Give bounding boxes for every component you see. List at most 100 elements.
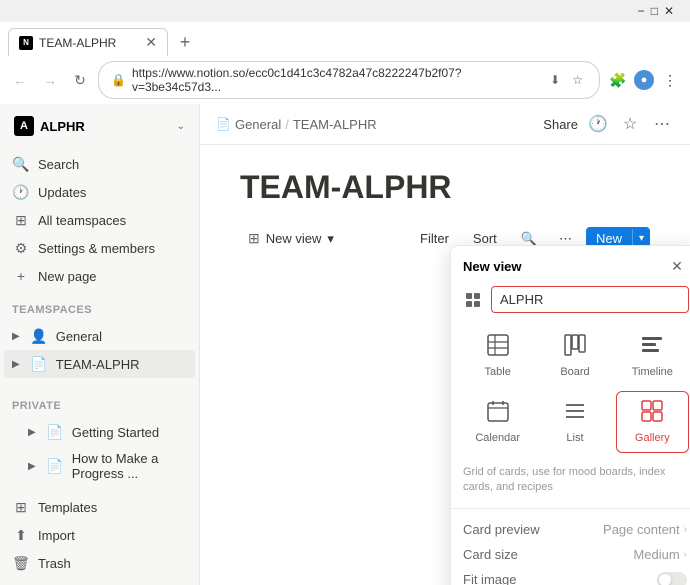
window-close-btn[interactable]: ✕ — [664, 4, 674, 18]
sidebar-updates-label: Updates — [38, 185, 86, 200]
popup-title: New view — [463, 259, 667, 274]
view-selector[interactable]: ⊞ New view ▾ — [240, 226, 342, 251]
sidebar-item-progress[interactable]: ▶ 📄 How to Make a Progress ... — [4, 446, 195, 486]
sidebar-trash-label: Trash — [38, 556, 71, 571]
sidebar-item-getting-started[interactable]: ▶ 📄 Getting Started — [4, 418, 195, 446]
sidebar-item-new-page[interactable]: + New page — [4, 262, 195, 290]
workspace-name: ALPHR — [40, 119, 171, 134]
page-content-area: TEAM-ALPHR ⊞ New view ▾ Filter Sort 🔍 ⋯ … — [200, 145, 690, 585]
popup-view-type-icon — [461, 288, 485, 312]
sidebar-settings-label: Settings & members — [38, 241, 155, 256]
forward-btn[interactable]: → — [38, 68, 62, 92]
sidebar-item-settings[interactable]: ⚙ Settings & members — [4, 234, 195, 262]
sidebar-general-label: General — [56, 329, 102, 344]
sidebar-item-search[interactable]: 🔍 Search — [4, 150, 195, 178]
private-section-header: Private — [0, 388, 199, 416]
new-page-icon: + — [12, 267, 30, 285]
team-alphr-icon: 📄 — [30, 355, 48, 373]
topbar: 📄 General / TEAM-ALPHR Share 🕐 ☆ ⋯ — [200, 104, 690, 145]
card-preview-chevron-icon: › — [684, 524, 687, 535]
popup-input-row — [451, 284, 690, 321]
sidebar-bottom-nav: ⊞ Templates ⬆ Import 🗑 Trash — [0, 491, 199, 585]
refresh-btn[interactable]: ↻ — [68, 68, 92, 92]
share-btn[interactable]: Share — [543, 117, 578, 132]
sidebar-progress-label: How to Make a Progress ... — [72, 451, 187, 481]
search-icon: 🔍 — [12, 155, 30, 173]
favorite-btn[interactable]: ☆ — [618, 112, 642, 136]
main-content: 📄 General / TEAM-ALPHR Share 🕐 ☆ ⋯ TEAM-… — [200, 104, 690, 585]
board-view-icon — [564, 334, 586, 362]
more-btn[interactable]: ⋯ — [650, 112, 674, 136]
topbar-actions: Share 🕐 ☆ ⋯ — [543, 112, 674, 136]
sidebar-item-import[interactable]: ⬆ Import — [4, 521, 195, 549]
tab-close-btn[interactable]: ✕ — [145, 34, 157, 51]
getting-started-icon: 📄 — [46, 423, 64, 441]
view-name-input[interactable] — [491, 286, 689, 313]
download-icon[interactable]: ⬇ — [546, 71, 564, 89]
view-type-grid: Table Board — [451, 321, 690, 461]
sidebar-item-team-alphr[interactable]: ▶ 📄 TEAM-ALPHR — [4, 350, 195, 378]
toggle-thumb — [659, 574, 671, 585]
new-tab-btn[interactable]: + — [172, 29, 198, 55]
sidebar-item-trash[interactable]: 🗑 Trash — [4, 549, 195, 577]
settings-icon: ⚙ — [12, 239, 30, 257]
view-option-calendar[interactable]: Calendar — [461, 391, 534, 453]
back-btn[interactable]: ← — [8, 68, 32, 92]
workspace-header[interactable]: A ALPHR ⌄ — [4, 108, 195, 144]
card-size-chevron-icon: › — [684, 549, 687, 560]
view-caret-icon: ▾ — [327, 231, 334, 247]
view-option-board[interactable]: Board — [538, 325, 611, 387]
new-view-popup: New view ✕ — [450, 245, 690, 585]
popup-card-size[interactable]: Card size Medium › — [451, 542, 690, 567]
card-size-label: Card size — [463, 547, 633, 562]
private-nav: ▶ 📄 Getting Started ▶ 📄 How to Make a Pr… — [0, 416, 199, 488]
profile-btn[interactable]: ● — [634, 70, 654, 90]
sidebar-nav: 🔍 Search 🕐 Updates ⊞ All teamspaces ⚙ Se… — [0, 148, 199, 292]
sidebar-item-templates[interactable]: ⊞ Templates — [4, 493, 195, 521]
popup-divider — [451, 508, 690, 509]
calendar-view-icon — [487, 400, 509, 428]
sidebar-item-all-teamspaces[interactable]: ⊞ All teamspaces — [4, 206, 195, 234]
view-grid-icon: ⊞ — [248, 230, 260, 247]
calendar-label: Calendar — [475, 432, 520, 444]
url-text: https://www.notion.so/ecc0c1d41c3c4782a4… — [132, 66, 540, 94]
url-bar[interactable]: 🔒 https://www.notion.so/ecc0c1d41c3c4782… — [98, 61, 600, 99]
table-label: Table — [485, 366, 511, 378]
view-option-timeline[interactable]: Timeline — [616, 325, 689, 387]
progress-icon: 📄 — [46, 457, 64, 475]
card-size-value-text: Medium — [633, 547, 679, 562]
star-icon[interactable]: ☆ — [568, 71, 587, 89]
breadcrumb: 📄 General / TEAM-ALPHR — [216, 117, 535, 132]
board-label: Board — [560, 366, 589, 378]
breadcrumb-current: TEAM-ALPHR — [293, 117, 377, 132]
popup-close-btn[interactable]: ✕ — [667, 256, 687, 276]
window-maximize-btn[interactable]: □ — [651, 4, 658, 18]
timeline-view-icon — [641, 334, 663, 362]
active-tab[interactable]: N TEAM-ALPHR ✕ — [8, 28, 168, 56]
general-chevron-icon: ▶ — [12, 331, 20, 342]
sidebar: A ALPHR ⌄ 🔍 Search 🕐 Updates ⊞ All teams… — [0, 104, 200, 585]
teamspaces-icon: ⊞ — [12, 211, 30, 229]
card-size-value: Medium › — [633, 547, 687, 562]
general-icon: 👤 — [30, 327, 48, 345]
gallery-label: Gallery — [635, 432, 670, 444]
browser-menu-btn[interactable]: ⋮ — [658, 68, 682, 92]
getting-started-chevron-icon: ▶ — [28, 427, 36, 438]
window-minimize-btn[interactable]: − — [638, 4, 645, 18]
teamspaces-section-header: Teamspaces — [0, 292, 199, 320]
sidebar-item-general[interactable]: ▶ 👤 General — [4, 322, 195, 350]
fit-image-toggle[interactable] — [657, 572, 687, 585]
view-option-list[interactable]: List — [538, 391, 611, 453]
card-preview-value: Page content › — [603, 522, 687, 537]
view-option-gallery[interactable]: Gallery — [616, 391, 689, 453]
extensions-btn[interactable]: 🧩 — [606, 68, 630, 92]
tab-favicon: N — [19, 36, 33, 50]
popup-card-preview[interactable]: Card preview Page content › — [451, 517, 690, 542]
history-btn[interactable]: 🕐 — [586, 112, 610, 136]
team-alphr-chevron-icon: ▶ — [12, 359, 20, 370]
view-option-table[interactable]: Table — [461, 325, 534, 387]
sidebar-teamspaces-label: All teamspaces — [38, 213, 126, 228]
trash-icon: 🗑 — [12, 554, 30, 572]
card-preview-value-text: Page content — [603, 522, 680, 537]
sidebar-item-updates[interactable]: 🕐 Updates — [4, 178, 195, 206]
